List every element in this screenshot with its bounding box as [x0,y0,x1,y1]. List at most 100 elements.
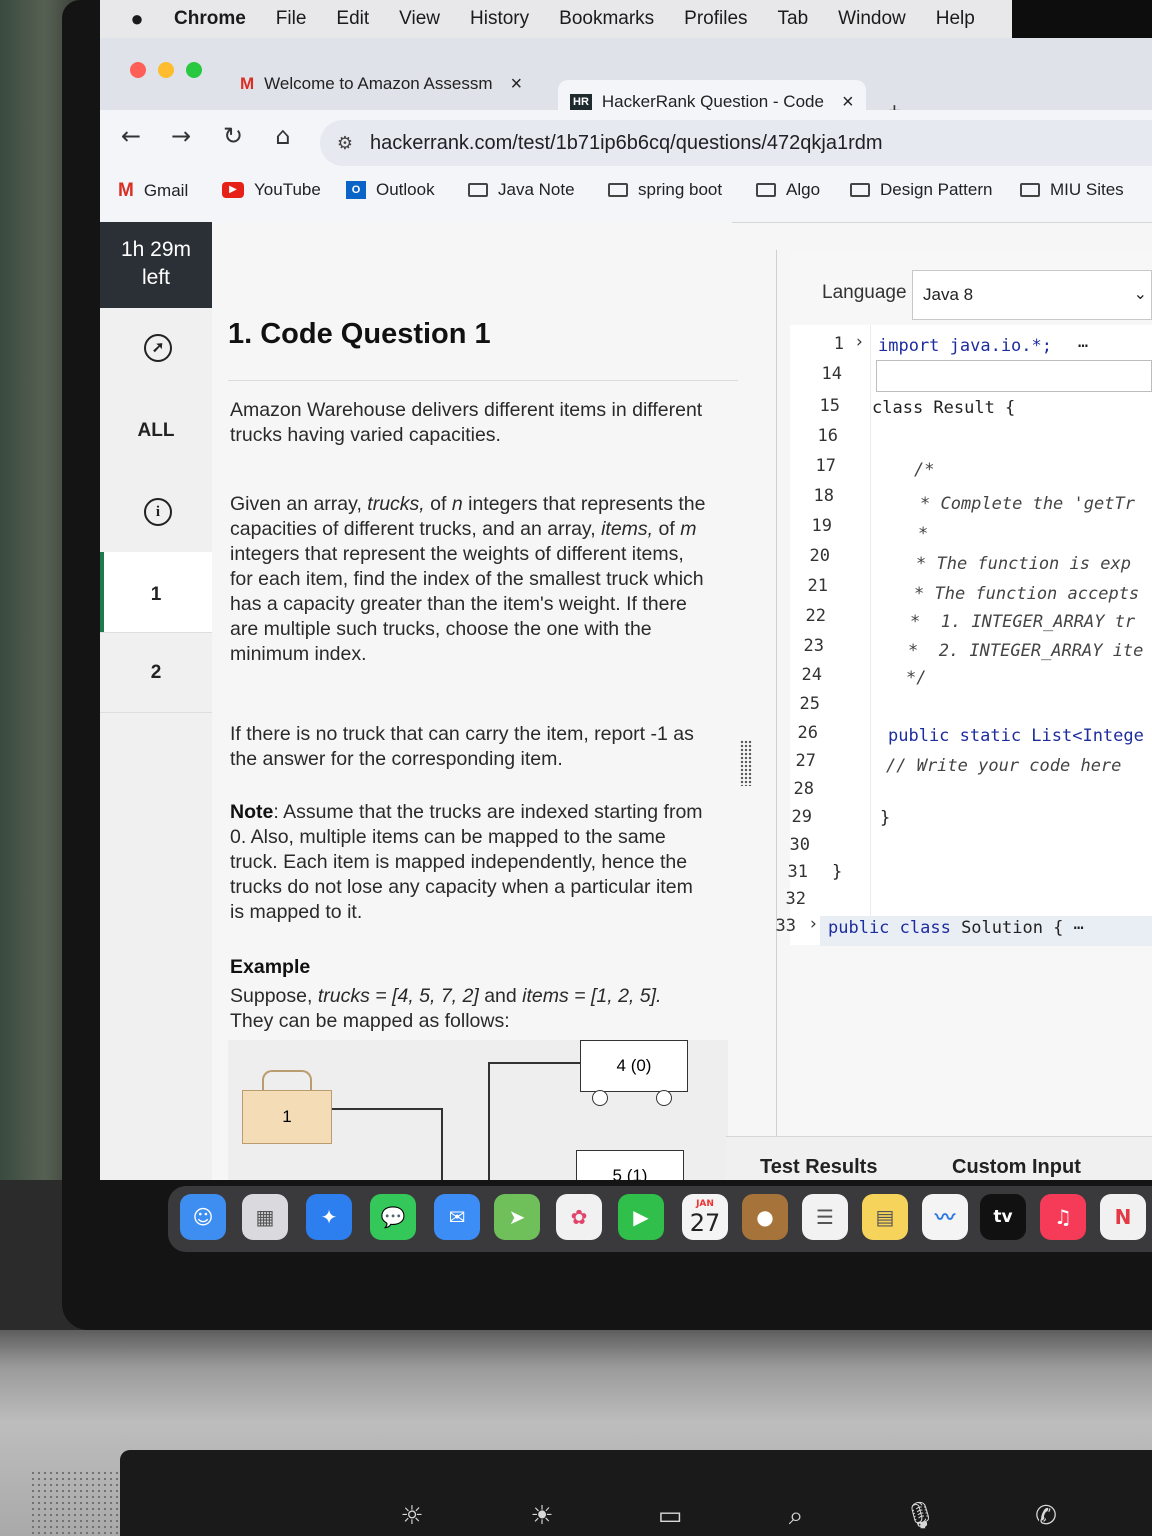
news-icon[interactable]: N [1100,1194,1146,1240]
code-line-22[interactable]: * 1. INTEGER_ARRAY tr [910,612,1135,632]
tab-custom-input[interactable]: Custom Input [952,1156,1081,1179]
code-line-19[interactable]: * [918,524,928,544]
menu-tab[interactable]: Tab [778,8,809,30]
code-line-21[interactable]: * The function accepts [914,584,1139,604]
fold-ellipsis-icon[interactable]: ⋯ [1078,336,1088,356]
info-icon[interactable]: i [144,498,172,526]
folder-icon [608,183,628,197]
code-line-33[interactable]: public class Solution { ⋯ [828,918,1084,938]
tv-label: tv [993,1207,1013,1227]
line-number: 19 [811,516,832,536]
folder-icon [468,183,488,197]
tab-test-results[interactable]: Test Results [760,1156,877,1179]
menu-chrome[interactable]: Chrome [174,8,246,30]
code-line-1[interactable]: import java.io.*; [878,336,1052,356]
spotlight-key-icon[interactable]: ⌕ [776,1496,816,1536]
bookmark-folder-algo[interactable]: Algo [756,180,820,200]
code-line-20[interactable]: * The function is exp [916,554,1131,574]
question-1-number[interactable]: 1 [100,584,212,606]
finder-icon[interactable]: ☺ [180,1194,226,1240]
reminders-icon[interactable]: ☰ [802,1194,848,1240]
line-number: 33 [775,916,796,936]
folder-icon [1020,183,1040,197]
music-icon[interactable]: ♫ [1040,1194,1086,1240]
code-line-15[interactable]: class Result { [872,398,1015,418]
language-select[interactable]: Java 8 ⌄ [912,270,1152,320]
folder-icon [850,183,870,197]
divider [100,712,212,713]
launchpad-icon[interactable]: ▦ [242,1194,288,1240]
tab-amazon-assessment[interactable]: M Welcome to Amazon Assessm × [240,62,522,106]
code-line-24[interactable]: */ [906,668,926,688]
bookmark-gmail[interactable]: M Gmail [118,180,188,202]
line-number: 31 [787,862,808,882]
minimize-window-button[interactable] [158,62,174,78]
problem-panel [212,222,732,1180]
panel-resize-handle[interactable] [740,740,752,786]
contacts-icon[interactable]: ● [742,1194,788,1240]
code-line-17[interactable]: /* [914,460,934,480]
mail-icon[interactable]: ✉ [434,1194,480,1240]
mission-control-key-icon[interactable]: ▭ [650,1496,690,1536]
zoom-window-button[interactable] [186,62,202,78]
bookmark-folder-design-pattern[interactable]: Design Pattern [850,180,992,200]
line-number: 15 [819,396,840,416]
brightness-up-key-icon[interactable]: ☀ [522,1496,562,1536]
connector-line [332,1108,442,1110]
sidebar-question-2[interactable]: 2 [100,662,212,684]
fold-chevron-icon[interactable]: › [856,332,863,352]
code-area[interactable] [790,325,1152,945]
close-window-button[interactable] [130,62,146,78]
forward-arrow-icon[interactable]: → [166,122,196,150]
time-remaining: 1h 29m left [100,222,212,308]
home-icon[interactable]: ⌂ [268,122,298,150]
fold-chevron-icon[interactable]: › [810,914,817,934]
code-line-27[interactable]: // Write your code here [886,756,1121,776]
line-number: 24 [801,665,822,685]
code-line-29[interactable]: } [880,808,890,828]
mac-menubar: ● Chrome File Edit View History Bookmark… [100,0,1152,38]
line-number: 14 [821,364,842,384]
notes-icon[interactable]: ▤ [862,1194,908,1240]
menu-history[interactable]: History [470,8,529,30]
line-number: 18 [813,486,834,506]
menu-window[interactable]: Window [838,8,906,30]
freeform-icon[interactable]: 〰 [922,1194,968,1240]
messages-icon[interactable]: 💬 [370,1194,416,1240]
code-line-31[interactable]: } [832,862,842,882]
menu-file[interactable]: File [276,8,307,30]
bookmark-folder-miu-sites[interactable]: MIU Sites [1020,180,1124,200]
apple-tv-icon[interactable]: tv [980,1194,1026,1240]
brightness-down-key-icon[interactable]: ☼ [392,1496,432,1536]
menu-view[interactable]: View [399,8,440,30]
reload-icon[interactable]: ↻ [218,122,248,150]
language-value: Java 8 [923,285,974,304]
address-bar[interactable]: ⚙ hackerrank.com/test/1b71ip6b6cq/questi… [320,120,1152,166]
back-arrow-icon[interactable]: ← [116,122,146,150]
problem-no-truck-rule: If there is no truck that can carry the … [230,723,694,770]
code-line-18[interactable]: * Complete the 'getTr [920,494,1135,514]
bookmark-youtube[interactable]: ▶ YouTube [222,180,321,200]
bookmark-folder-spring-boot[interactable]: spring boot [608,180,722,200]
menu-edit[interactable]: Edit [336,8,369,30]
bookmark-label: Design Pattern [880,180,993,199]
code-line-26[interactable]: public static List<Intege [888,726,1144,746]
menu-profiles[interactable]: Profiles [684,8,747,30]
facetime-icon[interactable]: ▶ [618,1194,664,1240]
sidebar-all[interactable]: ALL [100,420,212,442]
maps-icon[interactable]: ➤ [494,1194,540,1240]
phone-key-icon[interactable]: ✆ [1026,1496,1066,1536]
close-tab-icon[interactable]: × [511,73,523,96]
safari-icon[interactable]: ✦ [306,1194,352,1240]
menu-help[interactable]: Help [936,8,975,30]
calendar-icon[interactable]: JAN 27 [682,1194,728,1240]
menu-bookmarks[interactable]: Bookmarks [559,8,654,30]
site-settings-icon[interactable]: ⚙ [320,133,370,154]
flag-icon[interactable]: ➚ [144,334,172,362]
code-line-23[interactable]: * 2. INTEGER_ARRAY ite [908,641,1143,661]
bookmark-outlook[interactable]: O Outlook [346,180,435,200]
photos-icon[interactable]: ✿ [556,1194,602,1240]
bookmark-folder-java-note[interactable]: Java Note [468,180,575,200]
dictation-key-icon[interactable]: 🎙 [900,1496,940,1536]
apple-icon[interactable]: ● [100,6,174,32]
